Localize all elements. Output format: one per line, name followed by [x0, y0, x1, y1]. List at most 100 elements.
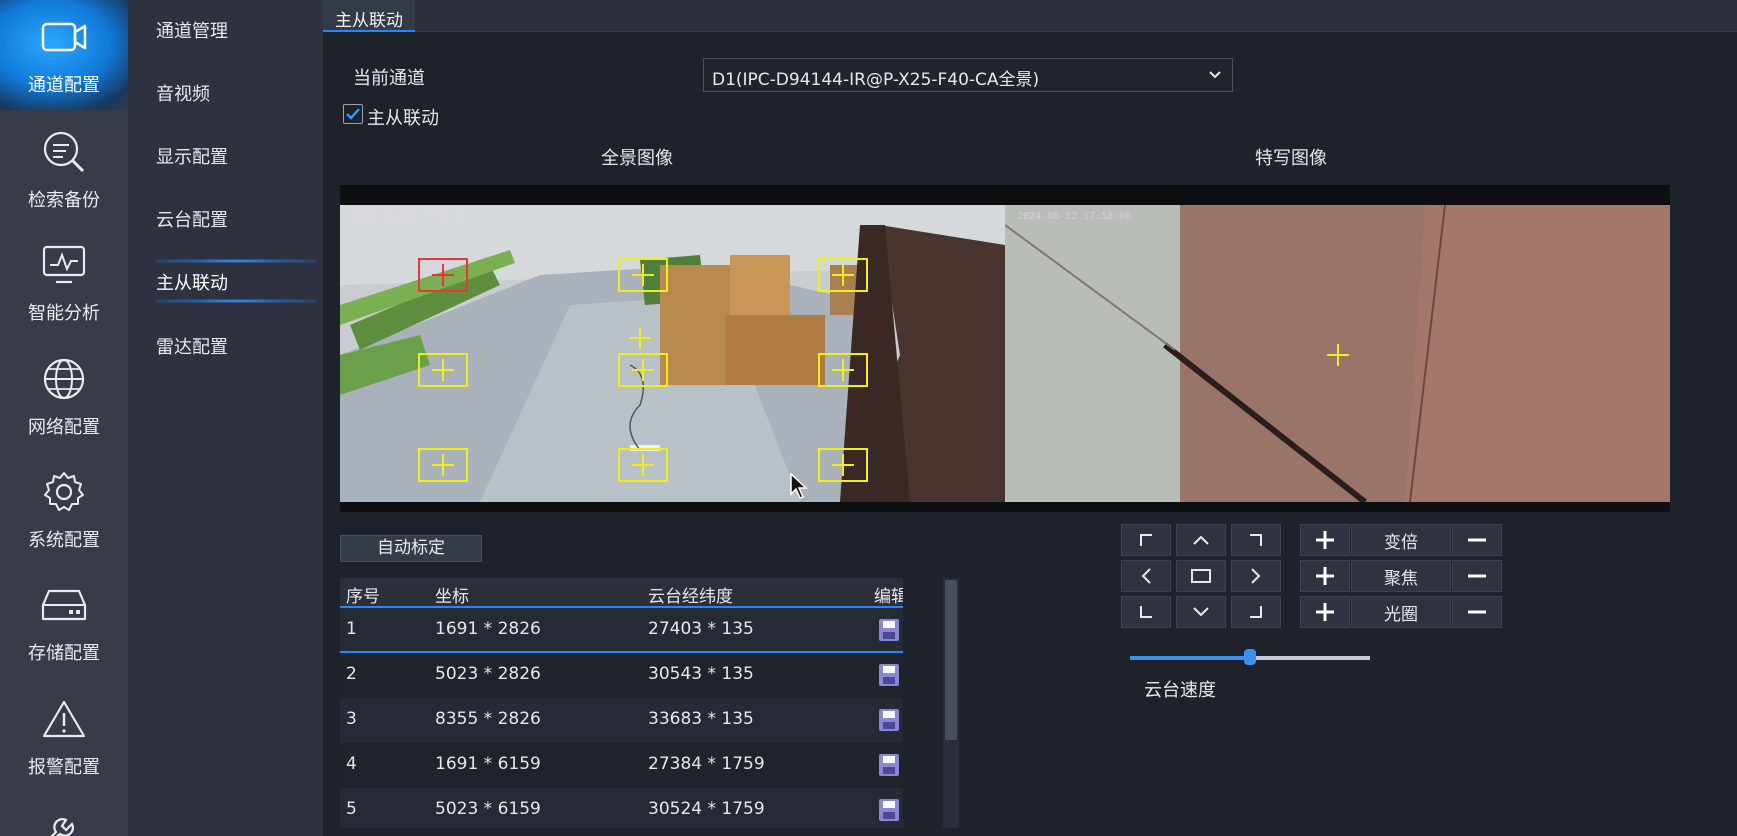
- submenu-item-audio-video[interactable]: 音视频: [156, 80, 210, 106]
- plus-icon: [632, 359, 654, 381]
- iris-close-button[interactable]: [1452, 596, 1502, 628]
- minus-icon: [1468, 574, 1486, 578]
- nav-item-label: 网络配置: [28, 417, 100, 438]
- nav-item-label: 系统配置: [28, 530, 100, 551]
- ptz-up-button[interactable]: [1176, 524, 1226, 556]
- zoom-out-button[interactable]: [1452, 524, 1502, 556]
- ptz-up-right-button[interactable]: [1231, 524, 1281, 556]
- calibration-point[interactable]: [618, 353, 668, 387]
- ptz-speed-label: 云台速度: [1144, 680, 1216, 701]
- calibration-point-active[interactable]: [418, 258, 468, 292]
- nav-item-smart-analysis[interactable]: 智能分析: [0, 228, 128, 338]
- corner-up-left-icon: [1140, 534, 1152, 546]
- save-icon[interactable]: [878, 753, 900, 777]
- active-indicator-bottom: [156, 299, 316, 303]
- cell-coord: 1691 * 2826: [435, 619, 541, 639]
- minus-icon: [1468, 538, 1486, 542]
- scrollbar-thumb[interactable]: [945, 580, 957, 740]
- table-row[interactable]: 1 1691 * 2826 27403 * 135: [340, 608, 903, 653]
- checkmark-icon: [346, 108, 360, 120]
- table-row[interactable]: 4 1691 * 6159 27384 * 1759: [340, 743, 903, 788]
- plus-icon: [832, 264, 854, 286]
- plus-icon: [1316, 531, 1334, 549]
- mouse-cursor-icon: [790, 473, 808, 499]
- chevron-right-icon: [1251, 568, 1261, 584]
- auto-calibration-button[interactable]: 自动标定: [340, 535, 482, 562]
- submenu-item-radar-config[interactable]: 雷达配置: [156, 333, 228, 359]
- ptz-down-left-button[interactable]: [1121, 596, 1171, 628]
- panorama-timestamp: 2024-06-12 17:58:05: [352, 211, 467, 222]
- chevron-down-icon: [1193, 607, 1209, 617]
- cell-coord: 5023 * 2826: [435, 664, 541, 684]
- minus-icon: [1468, 610, 1486, 614]
- cell-index: 3: [346, 709, 357, 729]
- nav-item-storage-config[interactable]: 存储配置: [0, 568, 128, 678]
- focus-near-button[interactable]: [1300, 560, 1350, 592]
- focus-label: 聚焦: [1351, 560, 1451, 592]
- channel-select[interactable]: D1(IPC-D94144-IR@P-X25-F40-CA全景): [703, 58, 1233, 92]
- table-row[interactable]: 2 5023 * 2826 30543 * 135: [340, 653, 903, 698]
- cell-ptz: 33683 * 135: [648, 709, 754, 729]
- nav-item-label: 智能分析: [28, 303, 100, 324]
- ptz-speed-thumb[interactable]: [1244, 649, 1256, 665]
- corner-up-right-icon: [1250, 534, 1262, 546]
- cell-coord: 5023 * 6159: [435, 799, 541, 819]
- closeup-view[interactable]: 2024-06-12 17:58:06: [1005, 205, 1670, 502]
- nav-item-alarm-config[interactable]: 报警配置: [0, 682, 128, 792]
- submenu-item-display-config[interactable]: 显示配置: [156, 143, 228, 169]
- globe-icon: [40, 355, 88, 403]
- column-header-ptz: 云台经纬度: [648, 587, 733, 607]
- zoom-in-button[interactable]: [1300, 524, 1350, 556]
- save-icon[interactable]: [878, 663, 900, 687]
- ptz-right-button[interactable]: [1231, 560, 1281, 592]
- plus-icon: [1316, 567, 1334, 585]
- nav-item-search-backup[interactable]: 检索备份: [0, 115, 128, 225]
- ptz-center-button[interactable]: [1176, 560, 1226, 592]
- linkage-label: 主从联动: [367, 108, 439, 129]
- submenu-item-ptz-config[interactable]: 云台配置: [156, 206, 228, 232]
- calibration-point[interactable]: [818, 258, 868, 292]
- ptz-left-button[interactable]: [1121, 560, 1171, 592]
- nav-item-channel-config[interactable]: 通道配置: [0, 0, 128, 110]
- linkage-checkbox[interactable]: [343, 104, 363, 124]
- chevron-up-icon: [1193, 535, 1209, 545]
- ptz-down-button[interactable]: [1176, 596, 1226, 628]
- table-scrollbar[interactable]: [943, 578, 959, 828]
- calibration-table: 序号 坐标 云台经纬度 编辑 1 1691 * 2826 27403 * 135…: [340, 578, 903, 828]
- table-row[interactable]: 3 8355 * 2826 33683 * 135: [340, 698, 903, 743]
- panorama-view[interactable]: 2024-06-12 17:58:05: [340, 205, 1005, 502]
- column-header-index: 序号: [346, 587, 380, 607]
- save-icon[interactable]: [878, 708, 900, 732]
- calibration-point[interactable]: [618, 258, 668, 292]
- nav-item-network-config[interactable]: 网络配置: [0, 342, 128, 452]
- cell-index: 4: [346, 754, 357, 774]
- ptz-speed-fill: [1130, 656, 1250, 660]
- submenu-item-master-slave-linkage[interactable]: 主从联动: [156, 269, 228, 295]
- iris-open-button[interactable]: [1300, 596, 1350, 628]
- tab-master-slave-linkage[interactable]: 主从联动: [323, 0, 415, 32]
- submenu-item-channel-management[interactable]: 通道管理: [156, 17, 228, 43]
- calibration-point[interactable]: [818, 353, 868, 387]
- square-icon: [1191, 569, 1211, 583]
- closeup-timestamp: 2024-06-12 17:58:06: [1017, 211, 1132, 222]
- ptz-up-left-button[interactable]: [1121, 524, 1171, 556]
- cell-index: 2: [346, 664, 357, 684]
- save-icon[interactable]: [878, 618, 900, 642]
- plus-icon: [1316, 603, 1334, 621]
- calibration-point[interactable]: [618, 448, 668, 482]
- calibration-point[interactable]: [418, 353, 468, 387]
- ptz-down-right-button[interactable]: [1231, 596, 1281, 628]
- table-row[interactable]: 5 5023 * 6159 30524 * 1759: [340, 788, 903, 828]
- plus-icon: [832, 454, 854, 476]
- cell-ptz: 27403 * 135: [648, 619, 754, 639]
- corner-down-right-icon: [1250, 606, 1262, 618]
- wrench-icon[interactable]: [40, 812, 76, 836]
- focus-far-button[interactable]: [1452, 560, 1502, 592]
- calibration-point[interactable]: [818, 448, 868, 482]
- cell-index: 5: [346, 799, 357, 819]
- nav-item-system-config[interactable]: 系统配置: [0, 455, 128, 565]
- plus-icon: [832, 359, 854, 381]
- calibration-point[interactable]: [418, 448, 468, 482]
- closeup-title: 特写图像: [1255, 148, 1327, 169]
- save-icon[interactable]: [878, 798, 900, 822]
